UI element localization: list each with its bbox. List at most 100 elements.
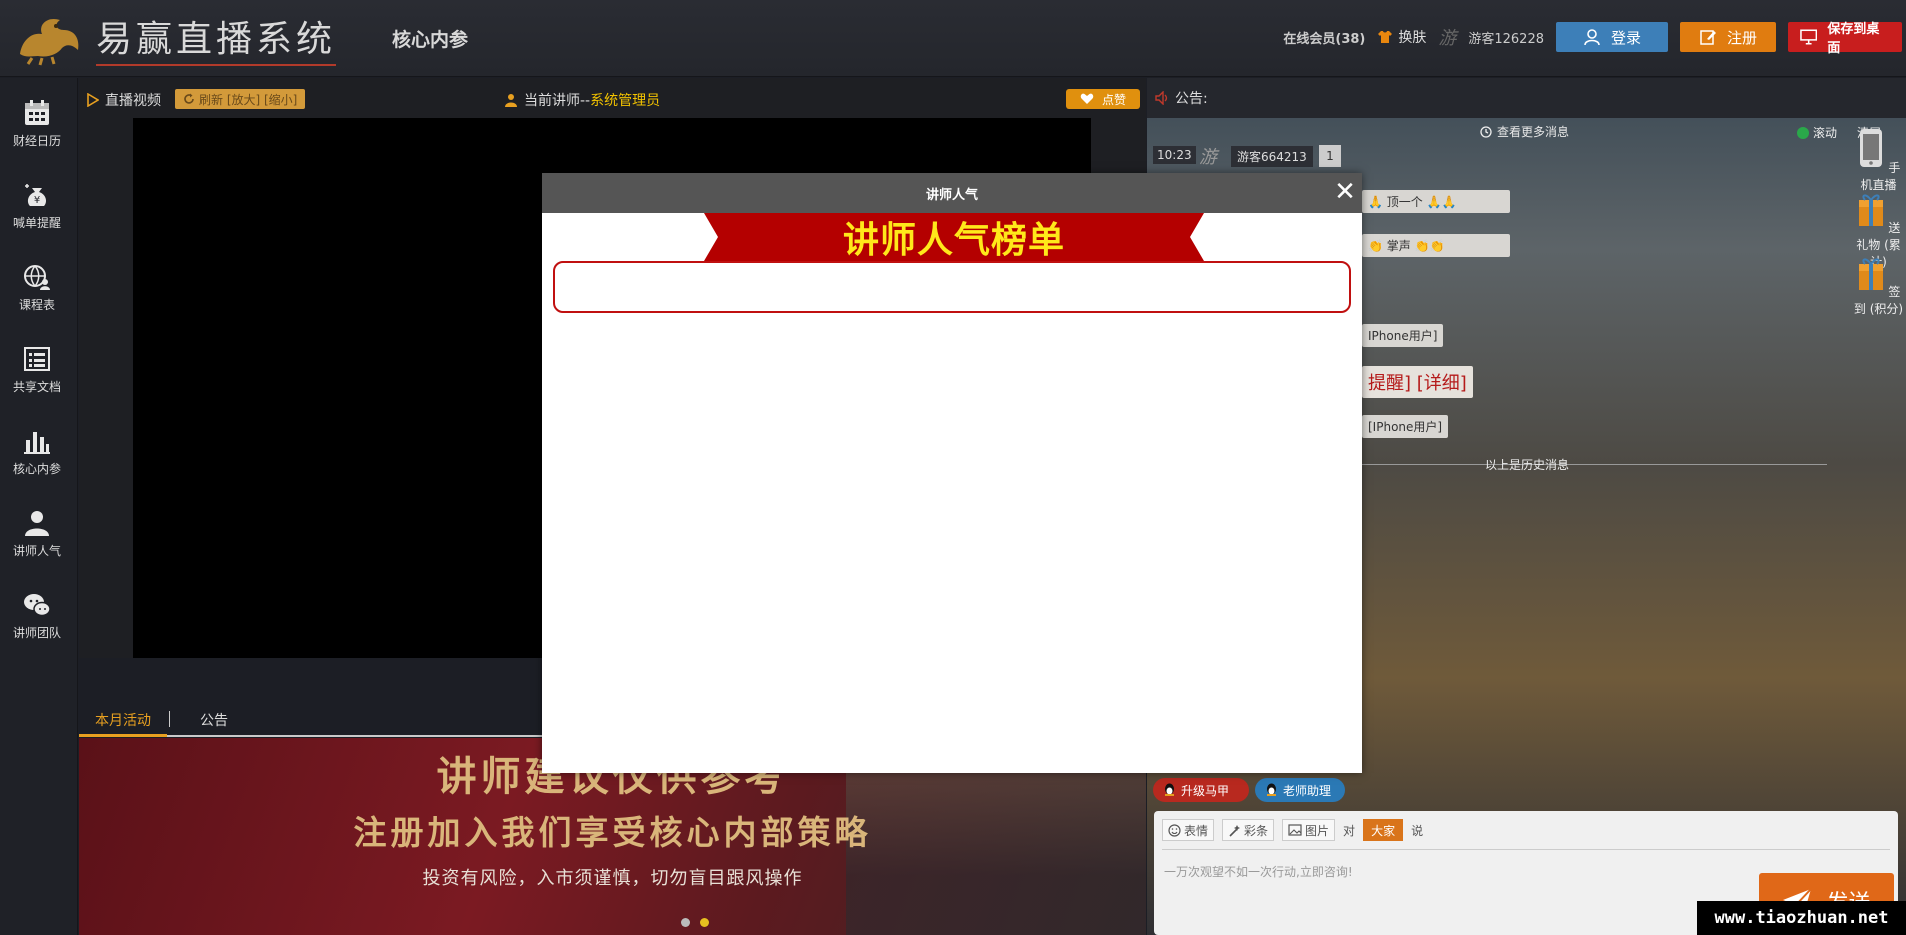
speaker-icon (1155, 91, 1168, 105)
person-icon (25, 510, 49, 536)
tab-monthly-activity[interactable]: 本月活动 (95, 710, 151, 730)
login-button[interactable]: 登录 (1556, 22, 1668, 52)
live-video-label: 直播视频 (105, 93, 161, 109)
upgrade-vest-label: 升级马甲 (1181, 783, 1230, 798)
message-username[interactable]: 游客664213 (1231, 146, 1313, 167)
sidebar-item-core-insights[interactable]: 核心内参 (0, 416, 74, 486)
login-label: 登录 (1610, 28, 1641, 47)
scroll-label: 滚动 (1813, 126, 1838, 140)
qq-penguin-icon (1267, 783, 1276, 796)
left-sidebar: 财经日历 ¥ 喊单提醒 课程表 共享文档 核心内参 讲师人气 讲师团队 (0, 78, 78, 935)
user-icon (1584, 29, 1600, 46)
sidebar-label-schedule: 课程表 (18, 297, 55, 312)
recipient-select[interactable]: 大家 (1363, 819, 1404, 841)
notice-label: 公告: (1175, 91, 1208, 107)
more-messages-link[interactable]: 查看更多消息 (1480, 123, 1569, 140)
logo-text: 易赢直播系统 (96, 10, 337, 66)
chat-alert-message[interactable]: 提醒] [详细] (1362, 366, 1473, 398)
skin-switch[interactable]: 换肤 (1377, 27, 1426, 47)
tab-separator (169, 711, 170, 727)
sidebar-item-alert[interactable]: ¥ 喊单提醒 (0, 170, 74, 240)
live-video-title: 直播视频 (87, 90, 161, 110)
tab-announcement[interactable]: 公告 (200, 710, 228, 730)
logo[interactable]: 易赢直播系统 (12, 10, 337, 66)
magic-wand-icon (1229, 824, 1241, 837)
color-bar-button[interactable]: 彩条 (1222, 819, 1275, 841)
refresh-label: 刷新 [放大] [缩小] (199, 92, 298, 107)
auto-scroll-toggle[interactable]: 滚动 (1797, 124, 1837, 141)
sidebar-label-alert: 喊单提醒 (12, 215, 61, 230)
wechat-icon (24, 593, 51, 616)
dragon-logo-icon (20, 18, 79, 66)
image-label: 图片 (1305, 823, 1330, 838)
history-label: 以上是历史消息 (1485, 458, 1570, 472)
banner-subheadline: 注册加入我们享受核心内部策略 (353, 813, 872, 852)
teacher-assistant-button[interactable]: 老师助理 (1255, 778, 1345, 802)
composer-divider (1162, 849, 1890, 850)
sidebar-label-lecturer-team: 讲师团队 (12, 625, 61, 640)
chat-message-text: 掌声 (1386, 239, 1411, 253)
message-input[interactable]: 一万次观望不如一次行动,立即咨询! (1164, 863, 1353, 880)
gift-icon (1858, 194, 1883, 226)
lecturer-popularity-modal: 讲师人气 ✕ 讲师人气榜单 (542, 173, 1362, 773)
banner-dot-active[interactable] (700, 918, 709, 927)
active-tab-indicator (79, 734, 167, 737)
lecturer-icon (505, 94, 517, 107)
register-button[interactable]: 注册 (1680, 22, 1776, 52)
message-badge: 1 (1319, 145, 1341, 167)
calendar-icon (25, 99, 49, 125)
lecturer-prefix: 当前讲师-- (524, 93, 591, 109)
smiley-icon (1168, 823, 1181, 837)
banner-disclaimer: 投资有风险，入市须谨慎，切勿盲目跟风操作 (422, 868, 803, 889)
close-icon[interactable]: ✕ (1332, 179, 1358, 205)
money-bag-icon: ¥ (25, 183, 47, 206)
say-label: 说 (1411, 823, 1424, 838)
like-button[interactable]: 点赞 (1066, 89, 1140, 109)
image-button[interactable]: 图片 (1282, 819, 1336, 841)
like-label: 点赞 (1101, 92, 1126, 107)
check-in-tool[interactable]: 签到 (积分) (1851, 252, 1906, 317)
emoji-button[interactable]: 表情 (1162, 819, 1215, 841)
clock-icon (1480, 125, 1492, 138)
sidebar-item-lecturer-popularity[interactable]: 讲师人气 (0, 498, 74, 568)
globe-person-icon (24, 264, 50, 290)
chat-message: [IPhone用户] (1362, 415, 1449, 438)
banner-dot[interactable] (681, 918, 690, 927)
refresh-zoom-button[interactable]: 刷新 [放大] [缩小] (175, 89, 306, 109)
bar-chart-icon (24, 431, 50, 454)
sidebar-item-lecturer-team[interactable]: 讲师团队 (0, 580, 74, 650)
message-time: 10:23 (1153, 146, 1196, 164)
sidebar-label-documents: 共享文档 (12, 379, 61, 394)
qq-penguin-icon (1165, 783, 1174, 796)
sidebar-label-calendar: 财经日历 (12, 133, 61, 148)
top-nav-title[interactable]: 核心内参 (392, 25, 468, 52)
color-bar-label: 彩条 (1244, 823, 1269, 838)
heart-icon (1080, 93, 1094, 104)
skin-label: 换肤 (1398, 30, 1427, 46)
sidebar-item-schedule[interactable]: 课程表 (0, 252, 74, 322)
upgrade-vest-button[interactable]: 升级马甲 (1153, 778, 1249, 802)
refresh-icon (184, 93, 194, 104)
save-to-desktop-button[interactable]: 保存到桌面 (1788, 22, 1902, 56)
guest-level-mark: 游 (1438, 28, 1457, 49)
chat-message: 🙏 顶一个 🙏🙏 (1362, 190, 1510, 213)
modal-title: 讲师人气 (925, 187, 978, 203)
sidebar-item-documents[interactable]: 共享文档 (0, 334, 74, 404)
mobile-live-tool[interactable]: 手机直播 (1851, 128, 1906, 193)
sidebar-item-calendar[interactable]: 财经日历 (0, 88, 74, 158)
shirt-icon (1378, 31, 1393, 43)
monitor-icon (1800, 29, 1818, 45)
chat-message: 👏 掌声 👏👏 (1362, 234, 1510, 257)
ranking-list (553, 261, 1351, 313)
chat-message-text: 顶一个 (1386, 195, 1423, 209)
lecturer-name[interactable]: 系统管理员 (590, 90, 660, 110)
online-count[interactable]: 在线会员(38) (1283, 28, 1365, 47)
banner-pager (681, 918, 709, 927)
current-lecturer: 当前讲师-- 系统管理员 (504, 90, 660, 110)
sidebar-label-lecturer-popularity: 讲师人气 (12, 543, 61, 558)
site-watermark: www.tiaozhuan.net (1697, 901, 1906, 935)
play-icon (87, 93, 99, 107)
phone-icon (1859, 129, 1882, 167)
teacher-assistant-label: 老师助理 (1283, 783, 1332, 798)
video-toolbar: 直播视频 刷新 [放大] [缩小] 当前讲师-- 系统管理员 点赞 (79, 82, 1143, 116)
